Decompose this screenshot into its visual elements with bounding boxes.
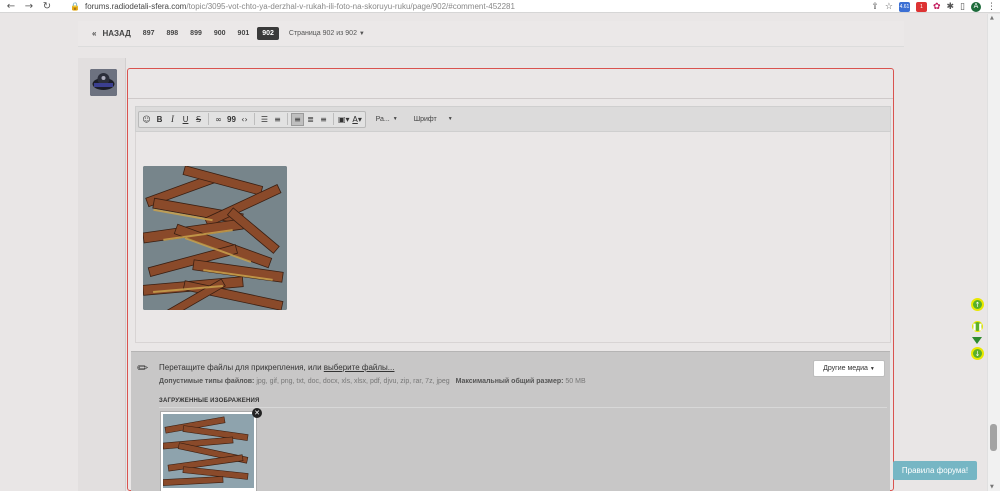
- choose-files-link[interactable]: выберите файлы...: [324, 363, 395, 372]
- page-scrollbar[interactable]: [987, 14, 1000, 491]
- attachments-panel: ✎ Перетащите файлы для прикрепления, или…: [131, 351, 890, 491]
- caret-down-icon: ▼: [392, 116, 398, 122]
- browser-bar: ← → ↻ 🔒 forums.radiodetali-sfera.com/top…: [0, 0, 1000, 13]
- extension-flower-icon[interactable]: ✿: [933, 2, 941, 12]
- align-right-icon[interactable]: ≡: [317, 113, 330, 126]
- back-arrow-icon[interactable]: ←: [6, 1, 16, 12]
- bold-icon[interactable]: B: [153, 113, 166, 126]
- allowed-types: Допустимые типы файлов: jpg, gif, png, t…: [159, 378, 586, 385]
- other-media-button[interactable]: Другие медиа ▼: [813, 360, 885, 377]
- forward-arrow-icon[interactable]: →: [24, 1, 34, 12]
- lock-icon[interactable]: 🔒: [70, 2, 80, 11]
- page-900[interactable]: 900: [210, 27, 230, 40]
- url-path: /topic/3095-vot-chto-ya-derzhal-v-rukah-…: [186, 1, 515, 11]
- pagination: « НАЗАД 897 898 899 900 901 902 Страница …: [78, 21, 904, 47]
- caret-down-icon: ▼: [869, 365, 875, 372]
- emoji-icon[interactable]: ☺: [140, 113, 153, 126]
- prev-page-button[interactable]: « НАЗАД: [88, 29, 135, 38]
- italic-icon[interactable]: I: [166, 113, 179, 126]
- inserted-image[interactable]: [143, 166, 287, 310]
- thumbnail-image: [163, 414, 254, 488]
- page-info-dropdown[interactable]: Страница 902 из 902 ▼: [289, 30, 365, 37]
- page-897[interactable]: 897: [139, 27, 159, 40]
- editor-content[interactable]: [135, 132, 891, 343]
- editor-toolbar: ☺ B I U S ∞ 99 ‹› ☰ ≡ ≡ ≣ ≡ ▣▾ A ▾ Ра... ▼…: [135, 106, 891, 132]
- uploaded-images-heading: ЗАГРУЖЕННЫЕ ИЗОБРАЖЕНИЯ: [159, 398, 260, 404]
- pause-icon[interactable]: ❚❚: [972, 321, 983, 332]
- url-host: forums.radiodetali-sfera.com: [84, 1, 187, 11]
- address-bar[interactable]: forums.radiodetali-sfera.com/topic/3095-…: [85, 2, 515, 11]
- types-value: jpg, gif, png, txt, doc, docx, xls, xlsx…: [254, 378, 450, 385]
- puzzle-icon[interactable]: ✱: [947, 2, 955, 12]
- scrollbar-thumb[interactable]: [990, 424, 997, 451]
- editor-header: [128, 69, 893, 99]
- extension-red-icon[interactable]: 1: [915, 1, 927, 12]
- align-left-icon[interactable]: ≡: [291, 112, 304, 126]
- extension-badge-icon[interactable]: 4.61: [898, 1, 910, 12]
- font-family-label: Шрифт: [413, 115, 437, 123]
- numbered-list-icon[interactable]: ≡: [271, 113, 284, 126]
- uploaded-thumbnail[interactable]: [160, 411, 257, 491]
- font-size-dropdown[interactable]: Ра... ▼: [376, 116, 398, 123]
- remove-attachment-icon[interactable]: ✕: [252, 408, 262, 418]
- max-size-value: 50 MB: [563, 378, 586, 385]
- scroll-to-bottom-icon[interactable]: ↓: [971, 347, 984, 360]
- toolbar-separator: [333, 113, 334, 125]
- caret-down-icon: ▼: [447, 116, 453, 122]
- forum-rules-button[interactable]: Правила форума!: [893, 461, 977, 480]
- caret-down-icon: ▼: [358, 31, 365, 37]
- sidebar-icon[interactable]: ▯: [960, 2, 965, 12]
- drop-zone-text: Перетащите файлы для прикрепления, или в…: [159, 363, 394, 372]
- bullet-list-icon[interactable]: ☰: [258, 113, 271, 126]
- avatar-image: [90, 69, 117, 96]
- other-media-label: Другие медиа: [823, 365, 868, 372]
- text-color-icon[interactable]: A ▾: [351, 113, 364, 126]
- max-size-label: Максимальный общий размер:: [455, 378, 564, 385]
- quote-icon[interactable]: 99: [225, 113, 238, 126]
- double-chevron-left-icon: «: [92, 29, 97, 38]
- page-info-label: Страница 902 из 902: [288, 30, 357, 37]
- link-icon[interactable]: ∞: [212, 113, 225, 126]
- types-label: Допустимые типы файлов:: [159, 378, 255, 385]
- profile-avatar[interactable]: A: [971, 1, 981, 12]
- page-901[interactable]: 901: [234, 27, 254, 40]
- page-902-current[interactable]: 902: [257, 27, 279, 40]
- drop-text: Перетащите файлы для прикрепления, или: [159, 363, 324, 372]
- font-size-label: Ра...: [375, 115, 390, 123]
- menu-dots-icon[interactable]: ⋮: [987, 2, 996, 12]
- share-icon[interactable]: ⇪: [871, 2, 879, 12]
- connectors-photo: [143, 166, 287, 310]
- toolbar-separator: [208, 113, 209, 125]
- code-icon[interactable]: ‹›: [238, 113, 251, 126]
- toolbar-separator: [287, 113, 288, 125]
- font-family-dropdown[interactable]: Шрифт ▼: [414, 116, 453, 123]
- scroll-up-arrow-icon[interactable]: ▲: [990, 15, 994, 21]
- align-center-icon[interactable]: ≣: [304, 113, 317, 126]
- connectors-photo-thumb: [163, 414, 254, 488]
- scroll-to-top-icon[interactable]: ↑: [971, 298, 984, 311]
- toolbar-separator: [254, 113, 255, 125]
- paperclip-icon: ✎: [134, 359, 153, 378]
- scroll-down-arrow-icon[interactable]: ▼: [990, 484, 994, 490]
- reply-editor: ☺ B I U S ∞ 99 ‹› ☰ ≡ ≡ ≣ ≡ ▣▾ A ▾ Ра... ▼…: [127, 68, 894, 491]
- post-author-column: [78, 58, 126, 491]
- page-899[interactable]: 899: [186, 27, 206, 40]
- image-insert-icon[interactable]: ▣▾: [337, 113, 351, 126]
- prev-label: НАЗАД: [102, 29, 131, 38]
- divider: [159, 407, 887, 408]
- underline-icon[interactable]: U: [179, 113, 192, 126]
- avatar[interactable]: [90, 69, 117, 96]
- browser-extensions: ⇪ ☆ 4.61 1 ✿ ✱ ▯ A ⋮: [871, 1, 996, 12]
- toolbar-group-format: ☺ B I U S ∞ 99 ‹› ☰ ≡ ≡ ≣ ≡ ▣▾ A ▾: [138, 110, 366, 128]
- page-898[interactable]: 898: [162, 27, 182, 40]
- reload-icon[interactable]: ↻: [42, 1, 52, 12]
- star-icon[interactable]: ☆: [885, 2, 893, 12]
- browser-nav: ← → ↻: [0, 1, 52, 12]
- strikethrough-icon[interactable]: S: [192, 113, 205, 126]
- scroll-down-triangle-icon[interactable]: [972, 337, 982, 344]
